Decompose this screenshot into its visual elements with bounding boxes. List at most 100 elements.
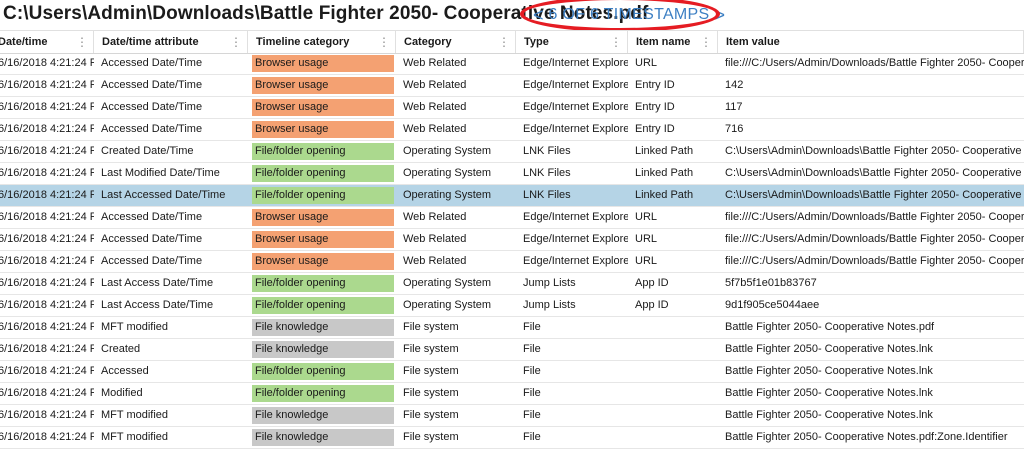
cell-date-time-attribute: Accessed Date/Time [101,233,203,245]
cell-date-time-attribute: Accessed Date/Time [101,211,203,223]
previous-timestamp-button[interactable]: < [528,5,549,26]
more-vertical-icon[interactable]: ⋮ [378,31,390,53]
cell-date-time: 6/16/2018 4:21:24 PM [0,409,94,421]
table-row[interactable]: 6/16/2018 4:21:24 PM Last Modified Date/T… [0,163,1024,185]
table-row[interactable]: 6/16/2018 4:21:24 PM Last Accessed Date/T… [0,185,1024,207]
header-col-item-name[interactable]: Item name ⋮ [628,31,718,53]
cell-date-time-attribute: Created Date/Time [101,145,194,157]
cell-category: Web Related [403,123,467,135]
header-col-date-time-attribute[interactable]: Date/time attribute ⋮ [94,31,248,53]
cell-category: Web Related [403,255,467,267]
cell-item-value: Battle Fighter 2050- Cooperative Notes.l… [725,387,933,399]
cell-category: File system [403,343,459,355]
cell-item-value: 5f7b5f1e01b83767 [725,277,817,289]
cell-date-time-attribute: Accessed Date/Time [101,123,203,135]
cell-item-value: Battle Fighter 2050- Cooperative Notes.l… [725,365,933,377]
cell-date-time: 6/16/2018 4:21:24 PM [0,299,94,311]
more-vertical-icon[interactable]: ⋮ [700,31,712,53]
vertical-scrollbar[interactable] [1018,53,1024,456]
table-row[interactable]: 6/16/2018 4:21:24 PM Accessed File/folder … [0,361,1024,383]
header-label: Date/time attribute [102,36,199,48]
table-row[interactable]: 6/16/2018 4:21:24 PM Accessed Date/Time Br… [0,207,1024,229]
cell-category: Web Related [403,79,467,91]
table-row[interactable]: 6/16/2018 4:21:24 PM MFT modified File kno… [0,317,1024,339]
cell-date-time: 6/16/2018 4:21:24 PM [0,431,94,443]
cell-category: Operating System [403,189,492,201]
cell-category: File system [403,321,459,333]
cell-category: File system [403,431,459,443]
cell-category: File system [403,409,459,421]
table-row[interactable]: 6/16/2018 4:21:24 PM Accessed Date/Time Br… [0,251,1024,273]
cell-type: Edge/Internet Explorer [523,79,628,91]
table-row[interactable]: 6/16/2018 4:21:24 PM MFT modified File kno… [0,405,1024,427]
cell-type: LNK Files [523,189,571,201]
table-row[interactable]: 6/16/2018 4:21:24 PM Accessed Date/Time Br… [0,53,1024,75]
cell-category: Operating System [403,145,492,157]
cell-item-name: URL [635,233,658,245]
table-row[interactable]: 6/16/2018 4:21:24 PM Accessed Date/Time Br… [0,119,1024,141]
cell-category: File system [403,387,459,399]
timeline-category-tag: File knowledge [252,319,394,336]
table-row[interactable]: 6/16/2018 4:21:24 PM MFT modified File kno… [0,427,1024,449]
cell-type: File [523,431,541,443]
cell-category: File system [403,365,459,377]
cell-type: File [523,365,541,377]
header-label: Type [524,36,549,48]
cell-date-time-attribute: Last Modified Date/Time [101,167,220,179]
cell-date-time: 6/16/2018 4:21:24 PM [0,79,94,91]
timeline-category-tag: Browser usage [252,77,394,94]
table-row[interactable]: 6/16/2018 4:21:24 PM Accessed Date/Time Br… [0,75,1024,97]
cell-item-value: 9d1f905ce5044aee [725,299,820,311]
more-vertical-icon[interactable]: ⋮ [230,31,242,53]
header-col-timeline-category[interactable]: Timeline category ⋮ [248,31,396,53]
cell-date-time: 6/16/2018 4:21:24 PM [0,101,94,113]
timeline-category-tag: File/folder opening [252,363,394,380]
cell-category: Web Related [403,101,467,113]
cell-item-name [628,383,718,404]
cell-date-time: 6/16/2018 4:21:24 PM [0,233,94,245]
cell-item-name [628,427,718,448]
table-row[interactable]: 6/16/2018 4:21:24 PM Created File knowledg… [0,339,1024,361]
table-row[interactable]: 6/16/2018 4:21:24 PM Modified File/folder … [0,383,1024,405]
cell-type: Edge/Internet Explorer [523,57,628,69]
table-row[interactable]: 6/16/2018 4:21:24 PM Accessed Date/Time Br… [0,229,1024,251]
cell-date-time: 6/16/2018 4:21:24 PM [0,343,94,355]
cell-item-value: Battle Fighter 2050- Cooperative Notes.p… [725,431,1008,443]
cell-type: Jump Lists [523,277,576,289]
table-row[interactable]: 6/16/2018 4:21:24 PM Accessed Date/Time Br… [0,97,1024,119]
cell-date-time-attribute: Modified [101,387,143,399]
cell-item-value: C:\Users\Admin\Downloads\Battle Fighter … [725,189,1024,201]
header-label: Item name [636,36,691,48]
cell-date-time-attribute: MFT modified [101,431,169,443]
header-label: Category [404,36,452,48]
cell-item-name: Linked Path [635,167,694,179]
cell-type: Edge/Internet Explorer [523,233,628,245]
cell-item-value: file:///C:/Users/Admin/Downloads/Battle … [725,233,1024,245]
header-col-item-value[interactable]: Item value [718,31,1024,53]
more-vertical-icon[interactable]: ⋮ [76,31,88,53]
cell-date-time-attribute: MFT modified [101,321,169,333]
next-timestamp-button[interactable]: > [710,5,731,26]
table-row[interactable]: 6/16/2018 4:21:24 PM Last Access Date/Tim… [0,273,1024,295]
timeline-category-tag: Browser usage [252,55,394,72]
cell-item-name: Linked Path [635,189,694,201]
cell-category: Web Related [403,211,467,223]
timeline-category-tag: Browser usage [252,231,394,248]
timeline-category-tag: File knowledge [252,429,394,446]
table-row[interactable]: 6/16/2018 4:21:24 PM Created Date/Time Fil… [0,141,1024,163]
more-vertical-icon[interactable]: ⋮ [498,31,510,53]
cell-date-time: 6/16/2018 4:21:24 PM [0,167,94,179]
header-col-type[interactable]: Type ⋮ [516,31,628,53]
cell-item-name: App ID [635,299,669,311]
header-col-category[interactable]: Category ⋮ [396,31,516,53]
more-vertical-icon[interactable]: ⋮ [610,31,622,53]
header-col-date-time[interactable]: Date/time ⋮ [0,31,94,53]
cell-type: Edge/Internet Explorer [523,123,628,135]
table-row[interactable]: 6/16/2018 4:21:24 PM Last Access Date/Tim… [0,295,1024,317]
timeline-category-tag: File/folder opening [252,297,394,314]
cell-date-time: 6/16/2018 4:21:24 PM [0,189,94,201]
timeline-category-tag: File/folder opening [252,143,394,160]
timestamp-count-label: 6 OF 6 TIMESTAMPS [548,6,710,23]
cell-date-time-attribute: Accessed [101,365,149,377]
cell-item-name [628,317,718,338]
